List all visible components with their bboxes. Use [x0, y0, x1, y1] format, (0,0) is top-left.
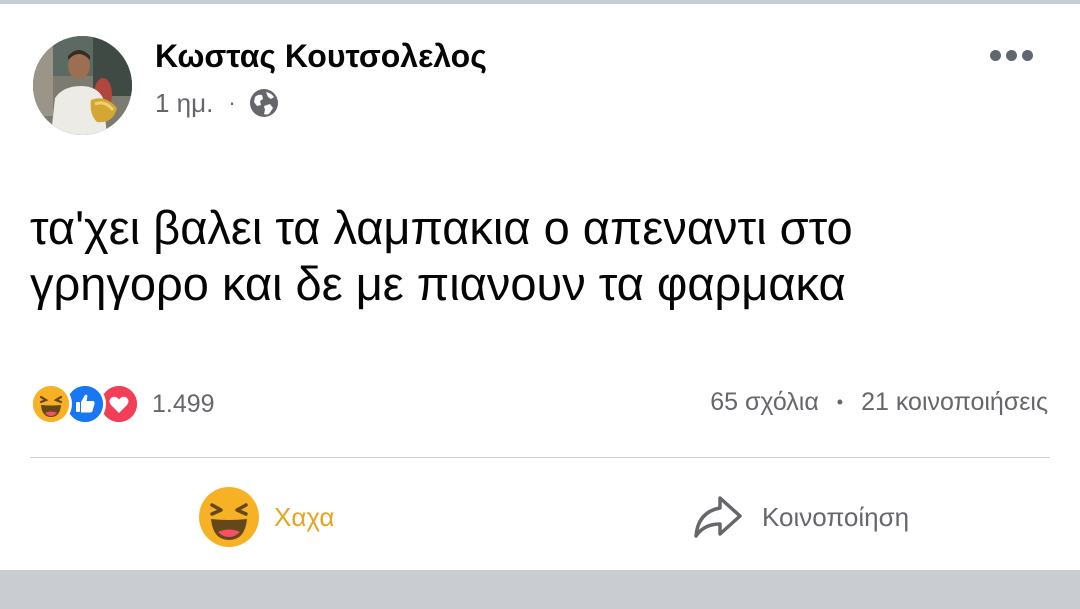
stats-separator: • — [836, 392, 844, 412]
profile-photo — [33, 36, 132, 135]
author-name[interactable]: Κωστας Κουτσολελος — [155, 38, 487, 75]
bottom-frame — [0, 570, 1080, 609]
more-dot-icon — [1005, 49, 1017, 61]
more-dot-icon — [989, 49, 1001, 61]
globe-icon — [249, 89, 278, 117]
post-timestamp[interactable]: 1 ημ. — [155, 88, 213, 119]
post-meta: 1 ημ. · — [155, 86, 279, 120]
haha-emoji-icon — [199, 487, 259, 547]
haha-icon — [30, 383, 72, 425]
post-text-line: γρηγορο και δε με πιανουν τα φαρμακα — [30, 257, 846, 310]
share-label: Κοινοποίηση — [762, 501, 910, 532]
reaction-count[interactable]: 1.499 — [152, 390, 215, 419]
haha-reaction-label: Χαχα — [274, 501, 335, 532]
post-text-line: τα'χει βαλει τα λαμπακια ο απεναντι στο — [30, 201, 853, 254]
shares-count[interactable]: 21 κοινοποιήσεις — [861, 388, 1048, 417]
top-border — [0, 0, 1080, 4]
meta-separator: · — [228, 90, 236, 115]
comments-count[interactable]: 65 σχόλια — [710, 388, 819, 417]
share-arrow-icon — [694, 496, 742, 538]
more-dot-icon — [1021, 49, 1033, 61]
share-button[interactable]: Κοινοποίηση — [690, 485, 909, 549]
engagement-stats: 65 σχόλια • 21 κοινοποιήσεις — [710, 388, 1048, 417]
more-options-button[interactable] — [986, 40, 1036, 70]
post-text: τα'χει βαλει τα λαμπακια ο απεναντι στο … — [30, 200, 1050, 312]
avatar[interactable] — [33, 36, 132, 135]
reactions-summary[interactable]: 1.499 — [30, 382, 215, 426]
divider — [30, 457, 1050, 458]
haha-reaction-button[interactable]: Χαχα — [198, 485, 334, 549]
